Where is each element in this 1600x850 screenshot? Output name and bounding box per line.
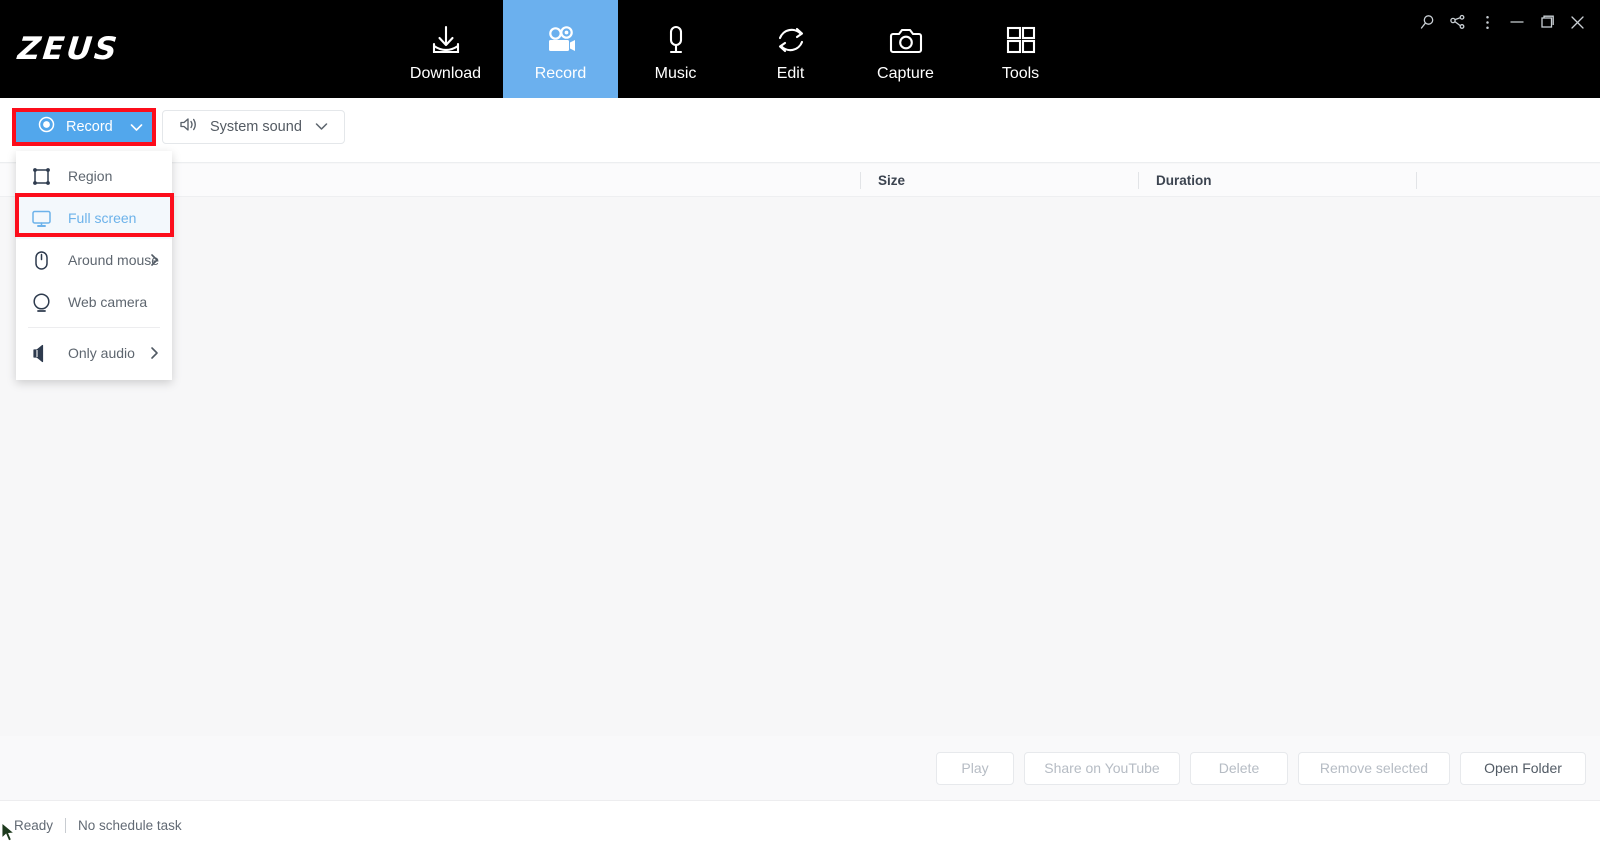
chevron-right-icon bbox=[150, 253, 159, 272]
zeus-application-window: ZEUS Download Record Music Edit Capture … bbox=[0, 0, 1600, 850]
nav-tab-music-label: Music bbox=[654, 65, 697, 82]
remove-selected-button[interactable]: Remove selected bbox=[1298, 751, 1450, 785]
recordings-list-header: Size Duration bbox=[0, 164, 1600, 197]
nav-tab-record[interactable]: Record bbox=[503, 0, 618, 98]
dropdown-item-full-screen[interactable]: Full screen bbox=[16, 197, 172, 239]
column-header-size-label: Size bbox=[878, 173, 906, 188]
dropdown-item-around-mouse[interactable]: Around mouse bbox=[16, 239, 172, 281]
recordings-list-body[interactable] bbox=[0, 197, 1600, 736]
brand-label: ZEUS bbox=[16, 31, 122, 67]
window-controls bbox=[1412, 0, 1600, 44]
nav-tab-tools[interactable]: Tools bbox=[963, 0, 1078, 98]
share-icon[interactable] bbox=[1442, 7, 1472, 37]
record-toolbar: Record System sound bbox=[0, 98, 1600, 163]
record-mode-button-label: Record bbox=[66, 119, 113, 135]
record-mode-dropdown-menu: Region Full screen Around mouse Web came… bbox=[15, 151, 174, 380]
column-header-duration[interactable]: Duration bbox=[1156, 164, 1212, 197]
refresh-arrows-icon bbox=[768, 14, 814, 60]
app-logo: ZEUS bbox=[0, 0, 388, 98]
monitor-icon bbox=[30, 207, 52, 229]
camera-icon bbox=[883, 14, 929, 60]
nav-tab-tools-label: Tools bbox=[1001, 65, 1040, 82]
dropdown-separator bbox=[28, 327, 160, 328]
webcam-icon bbox=[30, 291, 52, 313]
dropdown-item-only-audio-label: Only audio bbox=[68, 345, 135, 361]
nav-tab-edit-label: Edit bbox=[776, 65, 805, 82]
nav-tab-edit[interactable]: Edit bbox=[733, 0, 848, 98]
more-options-icon[interactable] bbox=[1472, 7, 1502, 37]
minimize-icon[interactable] bbox=[1502, 7, 1532, 37]
close-icon[interactable] bbox=[1562, 7, 1592, 37]
dropdown-item-full-screen-label: Full screen bbox=[68, 210, 137, 226]
search-icon[interactable] bbox=[1412, 7, 1442, 37]
share-on-youtube-button-label: Share on YouTube bbox=[1044, 760, 1160, 776]
chevron-down-icon bbox=[130, 123, 143, 132]
chevron-down-icon bbox=[315, 122, 328, 131]
dropdown-item-web-camera-label: Web camera bbox=[68, 294, 148, 310]
record-dot-icon bbox=[38, 116, 55, 138]
top-navigation-bar: ZEUS Download Record Music Edit Capture … bbox=[0, 0, 1600, 98]
dropdown-item-region[interactable]: Region bbox=[16, 155, 172, 197]
column-header-size[interactable]: Size bbox=[878, 164, 905, 197]
status-schedule-label: No schedule task bbox=[78, 818, 182, 833]
share-on-youtube-button[interactable]: Share on YouTube bbox=[1024, 751, 1180, 785]
nav-tab-list: Download Record Music Edit Capture Tools bbox=[388, 0, 1078, 98]
speaker-icon bbox=[179, 116, 198, 138]
video-camera-icon bbox=[538, 14, 584, 60]
audio-source-button[interactable]: System sound bbox=[162, 110, 345, 144]
status-state-label: Ready bbox=[14, 818, 54, 833]
nav-tab-capture-label: Capture bbox=[877, 65, 934, 82]
dropdown-item-region-label: Region bbox=[68, 168, 113, 184]
grid-squares-icon bbox=[998, 14, 1044, 60]
nav-tab-music[interactable]: Music bbox=[618, 0, 733, 98]
column-divider bbox=[1138, 172, 1139, 189]
dropdown-item-around-mouse-label: Around mouse bbox=[68, 252, 160, 268]
record-mode-button[interactable]: Record bbox=[16, 112, 152, 142]
open-folder-button-label: Open Folder bbox=[1484, 760, 1562, 776]
column-header-duration-label: Duration bbox=[1156, 173, 1212, 188]
status-bar: Ready No schedule task bbox=[0, 800, 1600, 850]
column-divider bbox=[1416, 172, 1417, 189]
record-mode-button-wrapper: Record bbox=[12, 108, 156, 146]
microphone-icon bbox=[653, 14, 699, 60]
nav-tab-record-label: Record bbox=[534, 65, 587, 82]
speaker-out-icon bbox=[30, 342, 52, 364]
download-icon bbox=[423, 14, 469, 60]
chevron-right-icon bbox=[150, 346, 159, 365]
remove-selected-button-label: Remove selected bbox=[1319, 760, 1429, 776]
audio-source-label: System sound bbox=[210, 119, 302, 135]
delete-button-label: Delete bbox=[1218, 760, 1260, 776]
play-button[interactable]: Play bbox=[936, 751, 1014, 785]
nav-tab-capture[interactable]: Capture bbox=[848, 0, 963, 98]
mouse-icon bbox=[30, 249, 52, 271]
crop-frame-icon bbox=[30, 165, 52, 187]
recordings-action-bar: Play Share on YouTube Delete Remove sele… bbox=[0, 736, 1600, 800]
nav-tab-download-label: Download bbox=[409, 65, 482, 82]
column-divider bbox=[860, 172, 861, 189]
play-button-label: Play bbox=[961, 760, 989, 776]
delete-button[interactable]: Delete bbox=[1190, 751, 1288, 785]
dropdown-item-only-audio[interactable]: Only audio bbox=[16, 332, 172, 374]
nav-tab-download[interactable]: Download bbox=[388, 0, 503, 98]
dropdown-item-web-camera[interactable]: Web camera bbox=[16, 281, 172, 323]
status-divider bbox=[65, 818, 67, 833]
open-folder-button[interactable]: Open Folder bbox=[1460, 751, 1586, 785]
maximize-icon[interactable] bbox=[1532, 7, 1562, 37]
